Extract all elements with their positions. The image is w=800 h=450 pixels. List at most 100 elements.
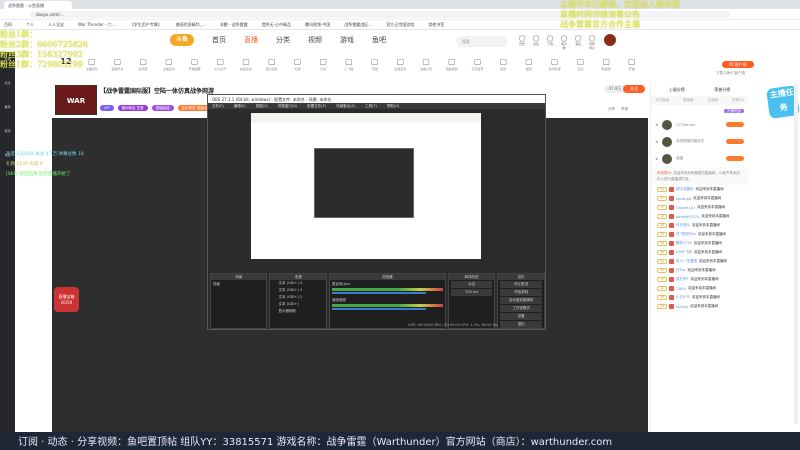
source-item[interactable]: 文本 (GDI+) 2 [270, 294, 325, 301]
chat-user[interactable]: 丽宇浩瀚的 [676, 187, 694, 192]
chat-user[interactable]: 飘然1729 [676, 241, 692, 246]
tool-icon[interactable]: ▢ 小飞船 [337, 57, 361, 72]
source-item[interactable]: 文本 (GDI+) 4 [270, 280, 325, 287]
tool-icon[interactable]: ▢ 房管 [491, 57, 515, 72]
tool-icon[interactable]: ▢ 超管 [517, 57, 541, 72]
follow-button[interactable]: 关注 [623, 85, 645, 93]
rank-row[interactable]: ♛ CCTVarium [651, 116, 748, 133]
bookmark-item[interactable]: 个人 [26, 22, 34, 27]
control-button[interactable]: 启动虚拟摄像机 [500, 297, 542, 304]
bookmark-item[interactable]: 《学生用户专属》 [130, 22, 162, 27]
page-scrollbar[interactable] [794, 84, 798, 424]
bookmark-item[interactable]: War Thunder - 六… [78, 22, 116, 27]
search-input[interactable]: 搜索 [456, 36, 508, 47]
chat-user[interactable]: 开飞机的Fox [676, 232, 696, 237]
top-icon-3[interactable]: ◯ 客户端 [560, 35, 568, 50]
chat-user[interactable]: 可乐西瓜 [676, 223, 690, 228]
stream-tag[interactable]: VIP [100, 105, 114, 111]
top-icon-4[interactable]: ◯ 消息 [574, 35, 582, 50]
control-button[interactable]: 工作室模式 [500, 305, 542, 312]
browser-tab[interactable]: 战争雷霆 - 斗鱼直播 [4, 1, 72, 9]
chat-user[interactable]: Victory [676, 305, 688, 309]
chat-user[interactable]: CAPF飞机 [676, 250, 692, 255]
gift-box[interactable]: 直播宝箱 20/59 [54, 287, 79, 312]
bookmark-item[interactable]: 提供无·心中精品 [262, 22, 291, 27]
volume-slider[interactable] [331, 308, 427, 310]
sidebar-item[interactable]: 关注 [0, 76, 15, 100]
control-button[interactable]: 退出 [500, 321, 542, 328]
bookmark-item[interactable]: 沐鹏 - 战争雷霆 [220, 22, 248, 27]
rank-row[interactable]: ♛ 逍遥 [651, 150, 748, 167]
open-noble-button[interactable]: 开通贵族 [724, 109, 744, 113]
tool-icon[interactable]: ▢ 开播 [620, 57, 644, 72]
duration-input[interactable]: 300 ms [450, 289, 493, 296]
rank-tab[interactable]: 今日贡献 [655, 98, 669, 103]
rank-link[interactable]: 荣誉分榜 [714, 87, 730, 93]
chat-user[interactable]: 忠义一生爱国 [676, 259, 697, 264]
obs-menu-item[interactable]: 视图(V) [256, 104, 268, 108]
bookmark-item[interactable]: 人人法宝 [48, 22, 64, 27]
tool-icon[interactable]: ▢ 乐团 [363, 57, 387, 72]
stream-tag[interactable]: 福利商店 豆券 [117, 105, 148, 111]
source-item[interactable]: 文本 (GDI+) 3 [270, 287, 325, 294]
bookmark-item[interactable]: 腾讯视频·中国 [305, 22, 330, 27]
top-icon-0[interactable]: ◯ 历史 [518, 35, 526, 50]
obs-menu-item[interactable]: 工具(T) [365, 104, 377, 108]
chat-user[interactable]: 谁在吃F [676, 277, 689, 282]
tool-icon[interactable]: ▢ 粉丝团 [594, 57, 618, 72]
top-icon-5[interactable]: ◯ 创作中心 [588, 35, 596, 50]
sidebar-item[interactable]: 游戏 [0, 124, 15, 148]
source-item[interactable]: 文本 (GDI+) [270, 301, 325, 308]
obs-menu-item[interactable]: 场景集合(S) [336, 104, 355, 108]
bookmark-item[interactable]: 战争雷霆战区… [344, 22, 372, 27]
stream-tag[interactable]: 直播高能 [151, 105, 174, 111]
obs-menu-item[interactable]: 配置文件(P) [307, 104, 326, 108]
chat-user[interactable]: adfo6997074 [676, 215, 699, 219]
bookmark-item[interactable]: 官方正宗国游戏 [386, 22, 414, 27]
control-button[interactable]: 设置 [500, 313, 542, 320]
source-item[interactable]: 显示器捕获 [270, 308, 325, 315]
tool-icon[interactable]: ▢ 房间管理 [543, 57, 567, 72]
rank-row[interactable]: ♛ 深夜撸猫的程序员 [651, 133, 748, 150]
nav-item[interactable]: 分类 [276, 35, 290, 45]
report-link[interactable]: 举报 [621, 107, 628, 112]
tool-icon[interactable]: ▢ 分享 [311, 57, 335, 72]
volume-slider[interactable] [331, 292, 427, 294]
chat-user[interactable]: 日Fox [676, 268, 686, 273]
control-button[interactable]: 停止推流 [500, 281, 542, 288]
bookmark-item[interactable]: 其他书签 [428, 22, 444, 27]
streamer-thumbnail[interactable]: WAR THUNDER [55, 85, 97, 135]
nav-item[interactable]: 鱼吧 [372, 35, 386, 45]
rank-tab[interactable]: 贵宾(0) [732, 98, 744, 103]
bookmark-item[interactable]: 美丽优质精华_… [176, 22, 206, 27]
chat-user[interactable]: Ghost5147 [676, 206, 695, 210]
obs-menu-item[interactable]: 编辑(E) [234, 104, 246, 108]
tool-icon[interactable]: ▢ 打赏金币 [466, 57, 490, 72]
user-avatar[interactable] [604, 34, 616, 46]
rank-tab[interactable]: 总贡献 [708, 98, 719, 103]
share-link[interactable]: 分享 [608, 107, 615, 112]
rank-tab[interactable]: 周贡献 [683, 98, 694, 103]
control-button[interactable]: 开始录制 [500, 289, 542, 296]
tool-icon[interactable]: ▢ 官方任务 [260, 57, 284, 72]
chat-user[interactable]: 小五小鸟 [676, 295, 690, 300]
nav-item[interactable]: 视频 [308, 35, 322, 45]
pc-client-button[interactable]: PC客户端 [722, 61, 754, 68]
obs-menu-item[interactable]: 帮助(H) [387, 104, 399, 108]
bookmark-item[interactable]: 百科 [4, 22, 12, 27]
chat-user[interactable]: T-80U [676, 287, 686, 291]
transition-select[interactable]: 淡出 [450, 281, 493, 288]
obs-menu-item[interactable]: 文件(F) [212, 104, 224, 108]
tool-icon[interactable]: ▢ 互动 [568, 57, 592, 72]
tool-icon[interactable]: ▢ 主播之家 [414, 57, 438, 72]
tool-icon[interactable]: ▢ 礼物 [285, 57, 309, 72]
tool-icon[interactable]: ▢ 主播任务 [388, 57, 412, 72]
nav-item[interactable]: 游戏 [340, 35, 354, 45]
rank-link[interactable]: 上福分榜 [669, 87, 685, 93]
nav-item[interactable]: 直播 [244, 35, 258, 45]
top-icon-2[interactable]: ◯ 下载 [546, 35, 554, 50]
obs-menu-item[interactable]: 停靠窗口(D) [278, 104, 297, 108]
scene-item[interactable]: 场景 [211, 280, 266, 289]
top-icon-1[interactable]: ◯ 关注 [532, 35, 540, 50]
sidebar-item[interactable]: 推荐 [0, 100, 15, 124]
